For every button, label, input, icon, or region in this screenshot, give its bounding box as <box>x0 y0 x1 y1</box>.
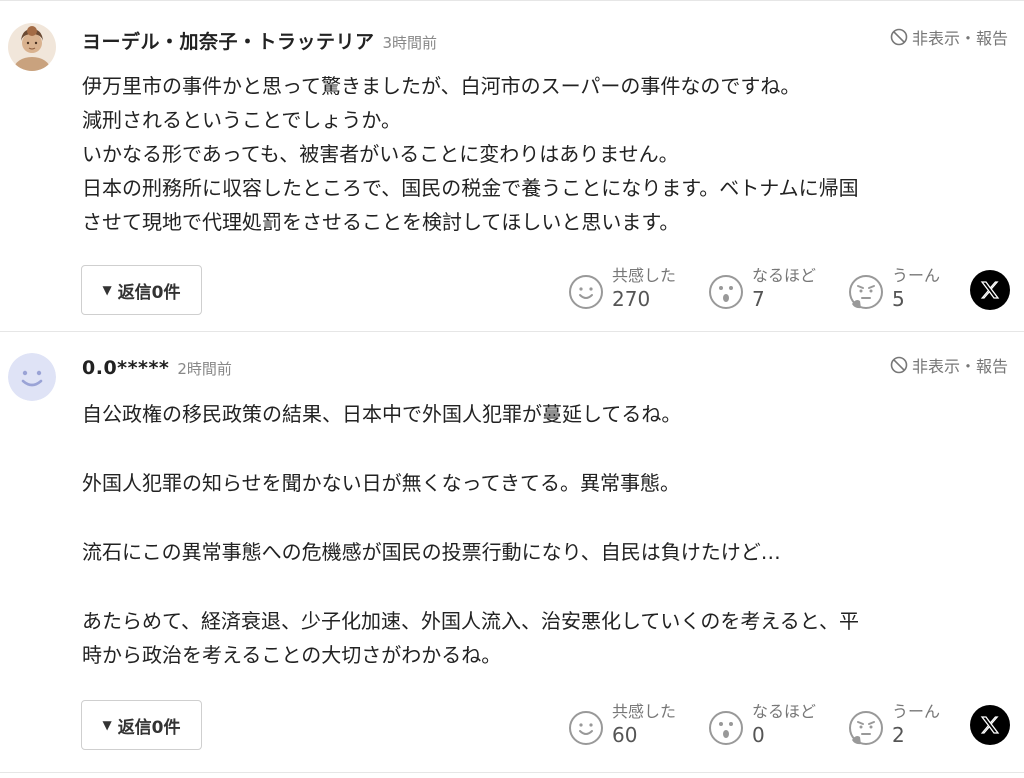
reply-label: 返信0件 <box>117 717 181 738</box>
comment-line: 時から政治を考えることの大切さがわかるね。 <box>82 643 502 667</box>
share-x-button[interactable] <box>970 270 1010 310</box>
user-avatar[interactable] <box>8 23 56 71</box>
author-name[interactable]: 0.0***** <box>82 357 169 379</box>
comment-header: ヨーデル・加奈子・トラッテリア 3時間前 <box>82 27 437 54</box>
post-time: 2時間前 <box>177 360 232 378</box>
prohibit-icon <box>890 356 908 374</box>
thinking-face-icon <box>849 275 883 309</box>
prohibit-icon <box>890 28 908 46</box>
reaction-label: うーん <box>892 702 941 721</box>
reaction-count: 60 <box>612 723 638 747</box>
reaction-count: 0 <box>752 723 765 747</box>
reaction-agree-button[interactable]: 共感した 60 <box>568 702 708 748</box>
caret-down-icon: ▼ <box>102 718 112 732</box>
reaction-label: うーん <box>892 266 941 285</box>
user-avatar[interactable] <box>8 353 56 401</box>
post-time: 3時間前 <box>382 34 438 52</box>
reaction-hmm-button[interactable]: うーん 5 <box>848 266 988 312</box>
comment-body: 自公政権の移民政策の結果、日本中で外国人犯罪が蔓延してるね。 外国人犯罪の知らせ… <box>82 397 1012 672</box>
reaction-count: 2 <box>892 723 905 747</box>
comment-item: 0.0***** 2時間前 非表示・報告 自公政権の移民政策の結果、日本中で外国… <box>0 333 1024 773</box>
comment-line: 外国人犯罪の知らせを聞かない日が無くなってきてる。異常事態。 <box>82 471 680 495</box>
x-logo-icon <box>980 281 1000 299</box>
surprised-face-icon <box>709 711 743 745</box>
reaction-label: 共感した <box>612 702 677 721</box>
comment-body: 伊万里市の事件かと思って驚きましたが、白河市のスーパーの事件なのですね。 減刑さ… <box>82 69 1012 239</box>
comment-line: 流石にこの異常事態への危機感が国民の投票行動になり、自民は負けたけど… <box>82 540 781 564</box>
comment-line: いかなる形であっても、被害者がいることに変わりはありません。 <box>82 142 679 166</box>
reaction-label: なるほど <box>752 702 817 721</box>
reaction-label: なるほど <box>752 266 817 285</box>
thinking-face-icon <box>849 711 883 745</box>
comment-item: ヨーデル・加奈子・トラッテリア 3時間前 非表示・報告 伊万里市の事件かと思って… <box>0 0 1024 332</box>
comment-line: あたらめて、経済衰退、少子化加速、外国人流入、治安悪化していくのを考えると、平 <box>82 609 859 633</box>
reaction-hmm-button[interactable]: うーん 2 <box>848 702 988 748</box>
comment-line: 伊万里市の事件かと思って驚きましたが、白河市のスーパーの事件なのですね。 <box>82 74 801 98</box>
hide-report-link[interactable]: 非表示・報告 <box>890 25 1008 49</box>
smile-face-icon <box>569 275 603 309</box>
reply-toggle-button[interactable]: ▼ 返信0件 <box>81 265 202 315</box>
reaction-label: 共感した <box>612 266 677 285</box>
comment-line: 日本の刑務所に収容したところで、国民の税金で養うことになります。ベトナムに帰国 <box>82 176 859 200</box>
surprised-face-icon <box>709 275 743 309</box>
smile-face-icon <box>569 711 603 745</box>
reply-toggle-button[interactable]: ▼ 返信0件 <box>81 700 202 750</box>
hide-report-label: 非表示・報告 <box>911 357 1008 376</box>
caret-down-icon: ▼ <box>102 283 112 297</box>
reaction-bar: 共感した 270 なるほど 7 うーん 5 <box>568 266 988 312</box>
x-logo-icon <box>980 716 1000 734</box>
author-name[interactable]: ヨーデル・加奈子・トラッテリア <box>82 27 375 54</box>
comment-line: 減刑されるということでしょうか。 <box>82 108 401 132</box>
reaction-bar: 共感した 60 なるほど 0 うーん 2 <box>568 702 988 748</box>
reaction-insightful-button[interactable]: なるほど 0 <box>708 702 848 748</box>
comment-line: させて現地で代理処罰をさせることを検討してほしいと思います。 <box>82 210 680 234</box>
comment-header: 0.0***** 2時間前 <box>82 357 232 379</box>
reaction-count: 5 <box>892 287 905 311</box>
reaction-agree-button[interactable]: 共感した 270 <box>568 266 708 312</box>
reply-label: 返信0件 <box>117 282 181 303</box>
hide-report-label: 非表示・報告 <box>911 29 1008 48</box>
reaction-insightful-button[interactable]: なるほど 7 <box>708 266 848 312</box>
reaction-count: 7 <box>752 287 765 311</box>
comment-line: 自公政権の移民政策の結果、日本中で外国人犯罪が蔓延してるね。 <box>82 402 682 426</box>
share-x-button[interactable] <box>970 705 1010 745</box>
hide-report-link[interactable]: 非表示・報告 <box>890 353 1008 377</box>
reaction-count: 270 <box>612 287 651 311</box>
